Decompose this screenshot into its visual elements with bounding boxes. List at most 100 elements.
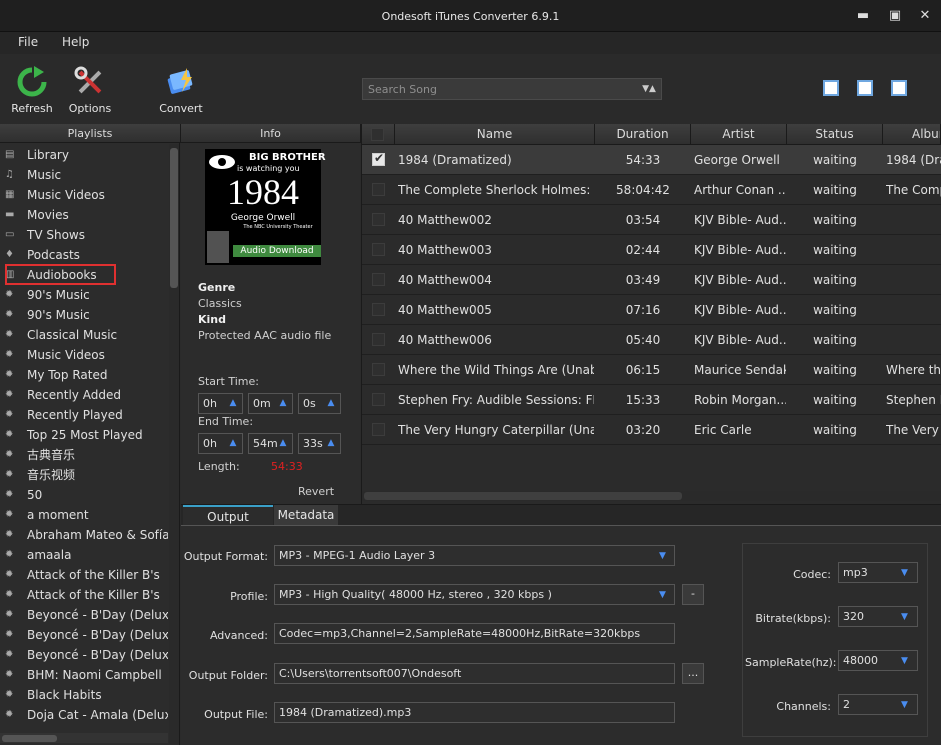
row-checkbox[interactable] (372, 183, 385, 196)
playlist-hscroll-thumb[interactable] (2, 735, 57, 742)
view-mode-3-icon[interactable] (891, 80, 907, 96)
sidebar-item-playlist[interactable]: ✹ 90's Music (0, 285, 168, 305)
table-row[interactable]: 40 Matthew004 03:49 KJV Bible- Aud... waiti… (362, 265, 941, 295)
bitrate-dropdown-icon[interactable]: ▼ (901, 612, 908, 622)
sidebar-item-playlist[interactable]: ✹ Top 25 Most Played (0, 425, 168, 445)
end-hour-spin-icon[interactable]: ▲ (227, 437, 239, 449)
table-hscroll-thumb[interactable] (364, 492, 682, 500)
row-checkbox[interactable] (372, 273, 385, 286)
output-folder-input[interactable]: C:\Users\torrentsoft007\Ondesoft (274, 663, 675, 684)
select-all-header[interactable] (362, 124, 395, 145)
sidebar-item-playlist[interactable]: ✹ Recently Played (0, 405, 168, 425)
column-header-name[interactable]: Name (395, 124, 595, 145)
sidebar-item-playlist[interactable]: ✹ Beyoncé - B'Day (Deluxe Ec (0, 625, 168, 645)
kind-value: Protected AAC audio file (198, 329, 332, 342)
playlist-scroll-thumb[interactable] (170, 148, 178, 288)
convert-button[interactable]: Convert (157, 66, 205, 115)
output-file-input[interactable]: 1984 (Dramatized).mp3 (274, 702, 675, 723)
table-row[interactable]: 40 Matthew003 02:44 KJV Bible- Aud... waiti… (362, 235, 941, 265)
samplerate-dropdown-icon[interactable]: ▼ (901, 656, 908, 666)
sidebar-item-playlist[interactable]: ✹ Beyoncé - B'Day (Deluxe Ec (0, 605, 168, 625)
start-second-spin-icon[interactable]: ▲ (325, 397, 337, 409)
row-checkbox[interactable] (372, 333, 385, 346)
sidebar-item-playlist[interactable]: ✹ My Top Rated (0, 365, 168, 385)
sidebar-item-playlist[interactable]: ✹ Black Habits (0, 685, 168, 705)
sidebar-item-playlist[interactable]: ✹ 50 (0, 485, 168, 505)
menu-file[interactable]: File (18, 35, 38, 49)
end-second-spin-icon[interactable]: ▲ (325, 437, 337, 449)
profile-remove-button[interactable]: - (682, 584, 704, 605)
sidebar-item-playlist[interactable]: ✹ BHM: Naomi Campbell (0, 665, 168, 685)
refresh-button[interactable]: Refresh (8, 66, 56, 115)
start-minute-spin-icon[interactable]: ▲ (277, 397, 289, 409)
output-format-select[interactable]: MP3 - MPEG-1 Audio Layer 3 (274, 545, 675, 566)
sidebar-item-playlist[interactable]: ✹ a moment (0, 505, 168, 525)
table-row[interactable]: The Complete Sherlock Holmes: T... 58:04:… (362, 175, 941, 205)
table-row[interactable]: 40 Matthew002 03:54 KJV Bible- Aud... waiti… (362, 205, 941, 235)
select-all-checkbox[interactable] (371, 128, 384, 141)
sidebar-item-playlist[interactable]: ✹ Attack of the Killer B's (0, 565, 168, 585)
column-header-duration[interactable]: Duration (595, 124, 691, 145)
column-header-status[interactable]: Status (787, 124, 883, 145)
channels-dropdown-icon[interactable]: ▼ (901, 700, 908, 710)
table-row[interactable]: Stephen Fry: Audible Sessions: FRE... 15:… (362, 385, 941, 415)
row-checkbox[interactable] (372, 303, 385, 316)
sidebar-item-playlist[interactable]: ✹ 音乐视频 (0, 465, 168, 485)
menu-help[interactable]: Help (62, 35, 89, 49)
format-dropdown-icon[interactable]: ▼ (659, 551, 666, 561)
sidebar-item-playlist[interactable]: ▭ TV Shows (0, 225, 168, 245)
codec-dropdown-icon[interactable]: ▼ (901, 568, 908, 578)
table-row[interactable]: The Very Hungry Caterpillar (Unab... 03:2… (362, 415, 941, 445)
table-row[interactable]: 40 Matthew006 05:40 KJV Bible- Aud... waiti… (362, 325, 941, 355)
options-button[interactable]: Options (66, 66, 114, 115)
sidebar-item-playlist[interactable]: ✹ Music Videos (0, 345, 168, 365)
profile-dropdown-icon[interactable]: ▼ (659, 590, 666, 600)
sidebar-item-playlist[interactable]: ✹ Recently Added (0, 385, 168, 405)
revert-button[interactable]: Revert (298, 485, 334, 498)
cell-status: waiting (813, 363, 857, 377)
row-checkbox[interactable]: ✔ (372, 151, 385, 166)
end-minute-spin-icon[interactable]: ▲ (277, 437, 289, 449)
table-row[interactable]: 40 Matthew005 07:16 KJV Bible- Aud... waiti… (362, 295, 941, 325)
sidebar-item-playlist[interactable]: ▦ Music Videos (0, 185, 168, 205)
start-hour-spin-icon[interactable]: ▲ (227, 397, 239, 409)
table-row[interactable]: ✔ 1984 (Dramatized) 54:33 George Orwell wait… (362, 145, 941, 175)
sidebar-item-playlist[interactable]: ✹ 90's Music (0, 305, 168, 325)
maximize-button[interactable]: ▣ (884, 6, 906, 26)
sidebar-item-playlist[interactable]: ✹ amaala (0, 545, 168, 565)
minimize-button[interactable]: ▬ (852, 6, 874, 26)
column-header-album[interactable]: Album (883, 124, 941, 145)
gear-icon: ✹ (5, 669, 14, 680)
row-checkbox[interactable] (372, 243, 385, 256)
row-checkbox[interactable] (372, 393, 385, 406)
sidebar-item-playlist[interactable]: ✹ Beyoncé - B'Day (Deluxe Ec (0, 645, 168, 665)
sidebar-item-playlist[interactable]: ♫ Music (0, 165, 168, 185)
sidebar-item-label: a moment (27, 508, 89, 522)
sidebar-item-playlist[interactable]: ✹ Classical Music (0, 325, 168, 345)
sidebar-item-playlist[interactable]: ✹ Attack of the Killer B's (0, 585, 168, 605)
sidebar-item-playlist[interactable]: ▬ Movies (0, 205, 168, 225)
sidebar-item-playlist[interactable]: ▤ Library (0, 145, 168, 165)
sidebar-item-playlist[interactable]: ✹ 古典音乐 (0, 445, 168, 465)
browse-folder-button[interactable]: ... (682, 663, 704, 684)
cell-duration: 03:49 (625, 273, 661, 287)
column-header-artist[interactable]: Artist (691, 124, 787, 145)
view-mode-1-icon[interactable] (823, 80, 839, 96)
close-button[interactable]: ✕ (914, 6, 936, 26)
search-dropdown-icon[interactable]: ▼▲ (640, 80, 658, 98)
row-checkbox[interactable] (372, 363, 385, 376)
sidebar-item-label: Attack of the Killer B's (27, 588, 160, 602)
profile-select[interactable]: MP3 - High Quality( 48000 Hz, stereo , 3… (274, 584, 675, 605)
cell-duration: 03:20 (625, 423, 661, 437)
tab-metadata[interactable]: Metadata (274, 505, 338, 525)
row-checkbox[interactable] (372, 213, 385, 226)
search-input[interactable]: Search Song (362, 78, 662, 100)
row-checkbox[interactable] (372, 423, 385, 436)
sidebar-item-playlist[interactable]: ✹ Abraham Mateo & Sofía Re (0, 525, 168, 545)
table-row[interactable]: Where the Wild Things Are (Unabri... 06:1… (362, 355, 941, 385)
sidebar-item-playlist[interactable]: ✹ Doja Cat - Amala (Deluxe V (0, 705, 168, 725)
view-mode-2-icon[interactable] (857, 80, 873, 96)
end-time-label: End Time: (198, 415, 254, 428)
tab-output-settings[interactable]: Output Settings (183, 505, 273, 544)
sidebar-item-playlist[interactable]: ♦ Podcasts (0, 245, 168, 265)
